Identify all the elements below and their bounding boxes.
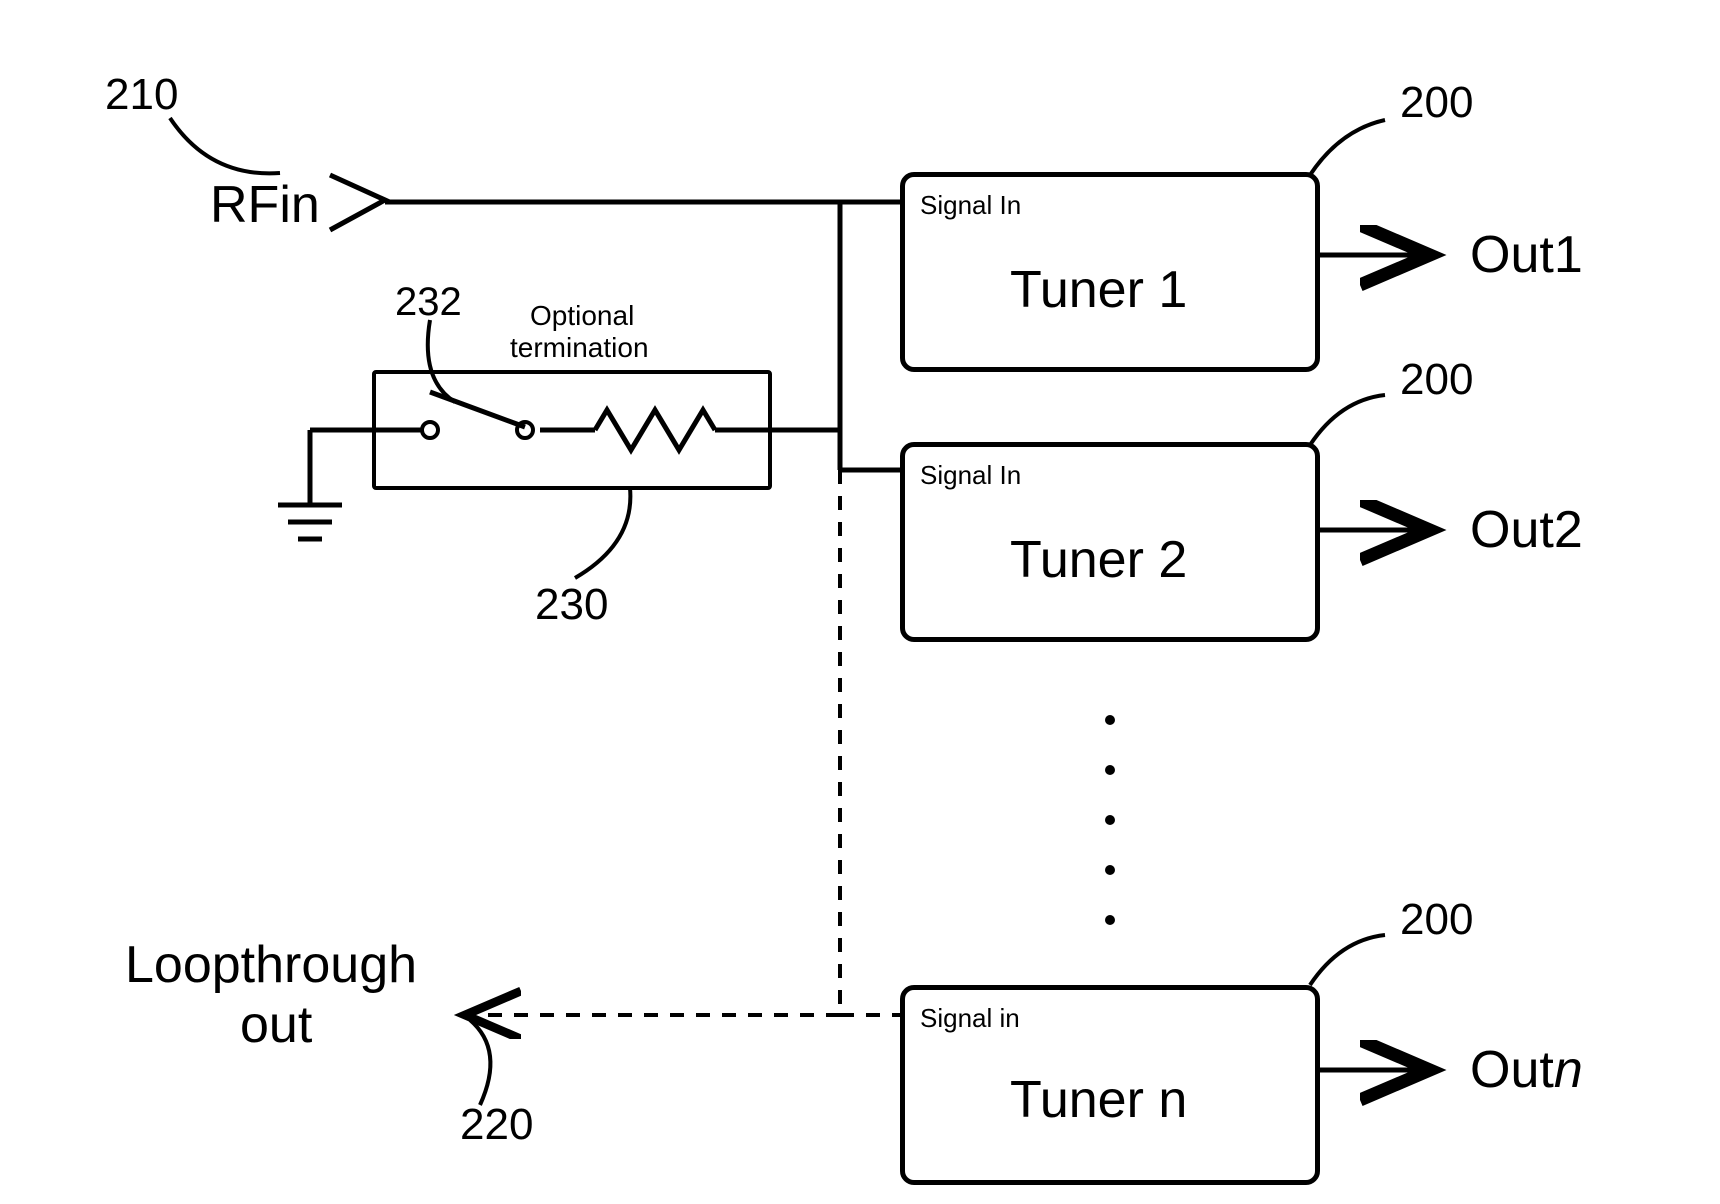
ref-230: 230 xyxy=(535,580,608,630)
out2-label: Out2 xyxy=(1470,500,1583,560)
optional-termination-caption-l1: Optional xyxy=(530,300,634,332)
tunern-name: Tuner n xyxy=(1010,1070,1187,1130)
diagram-canvas: 210 232 230 220 200 200 200 RFin Optiona… xyxy=(0,0,1720,1204)
ref-220: 220 xyxy=(460,1100,533,1150)
loopthrough-label-l1: Loopthrough xyxy=(125,935,417,995)
ref-200-b: 200 xyxy=(1400,355,1473,405)
ref-200-a: 200 xyxy=(1400,78,1473,128)
optional-termination-caption-l2: termination xyxy=(510,332,649,364)
ref-232: 232 xyxy=(395,280,462,325)
outn-label: Outn xyxy=(1470,1040,1583,1100)
out1-label: Out1 xyxy=(1470,225,1583,285)
tuner2-signal-in: Signal In xyxy=(920,460,1021,491)
ref-200-c: 200 xyxy=(1400,895,1473,945)
ref-210: 210 xyxy=(105,70,178,120)
tuner2-name: Tuner 2 xyxy=(1010,530,1187,590)
tuner1-name: Tuner 1 xyxy=(1010,260,1187,320)
outn-suffix: n xyxy=(1554,1041,1583,1099)
loopthrough-label-l2: out xyxy=(240,995,312,1055)
optional-termination-box xyxy=(372,370,772,490)
rfin-label: RFin xyxy=(210,175,320,235)
tuner1-signal-in: Signal In xyxy=(920,190,1021,221)
outn-prefix: Out xyxy=(1470,1041,1554,1099)
tunern-signal-in: Signal in xyxy=(920,1003,1020,1034)
